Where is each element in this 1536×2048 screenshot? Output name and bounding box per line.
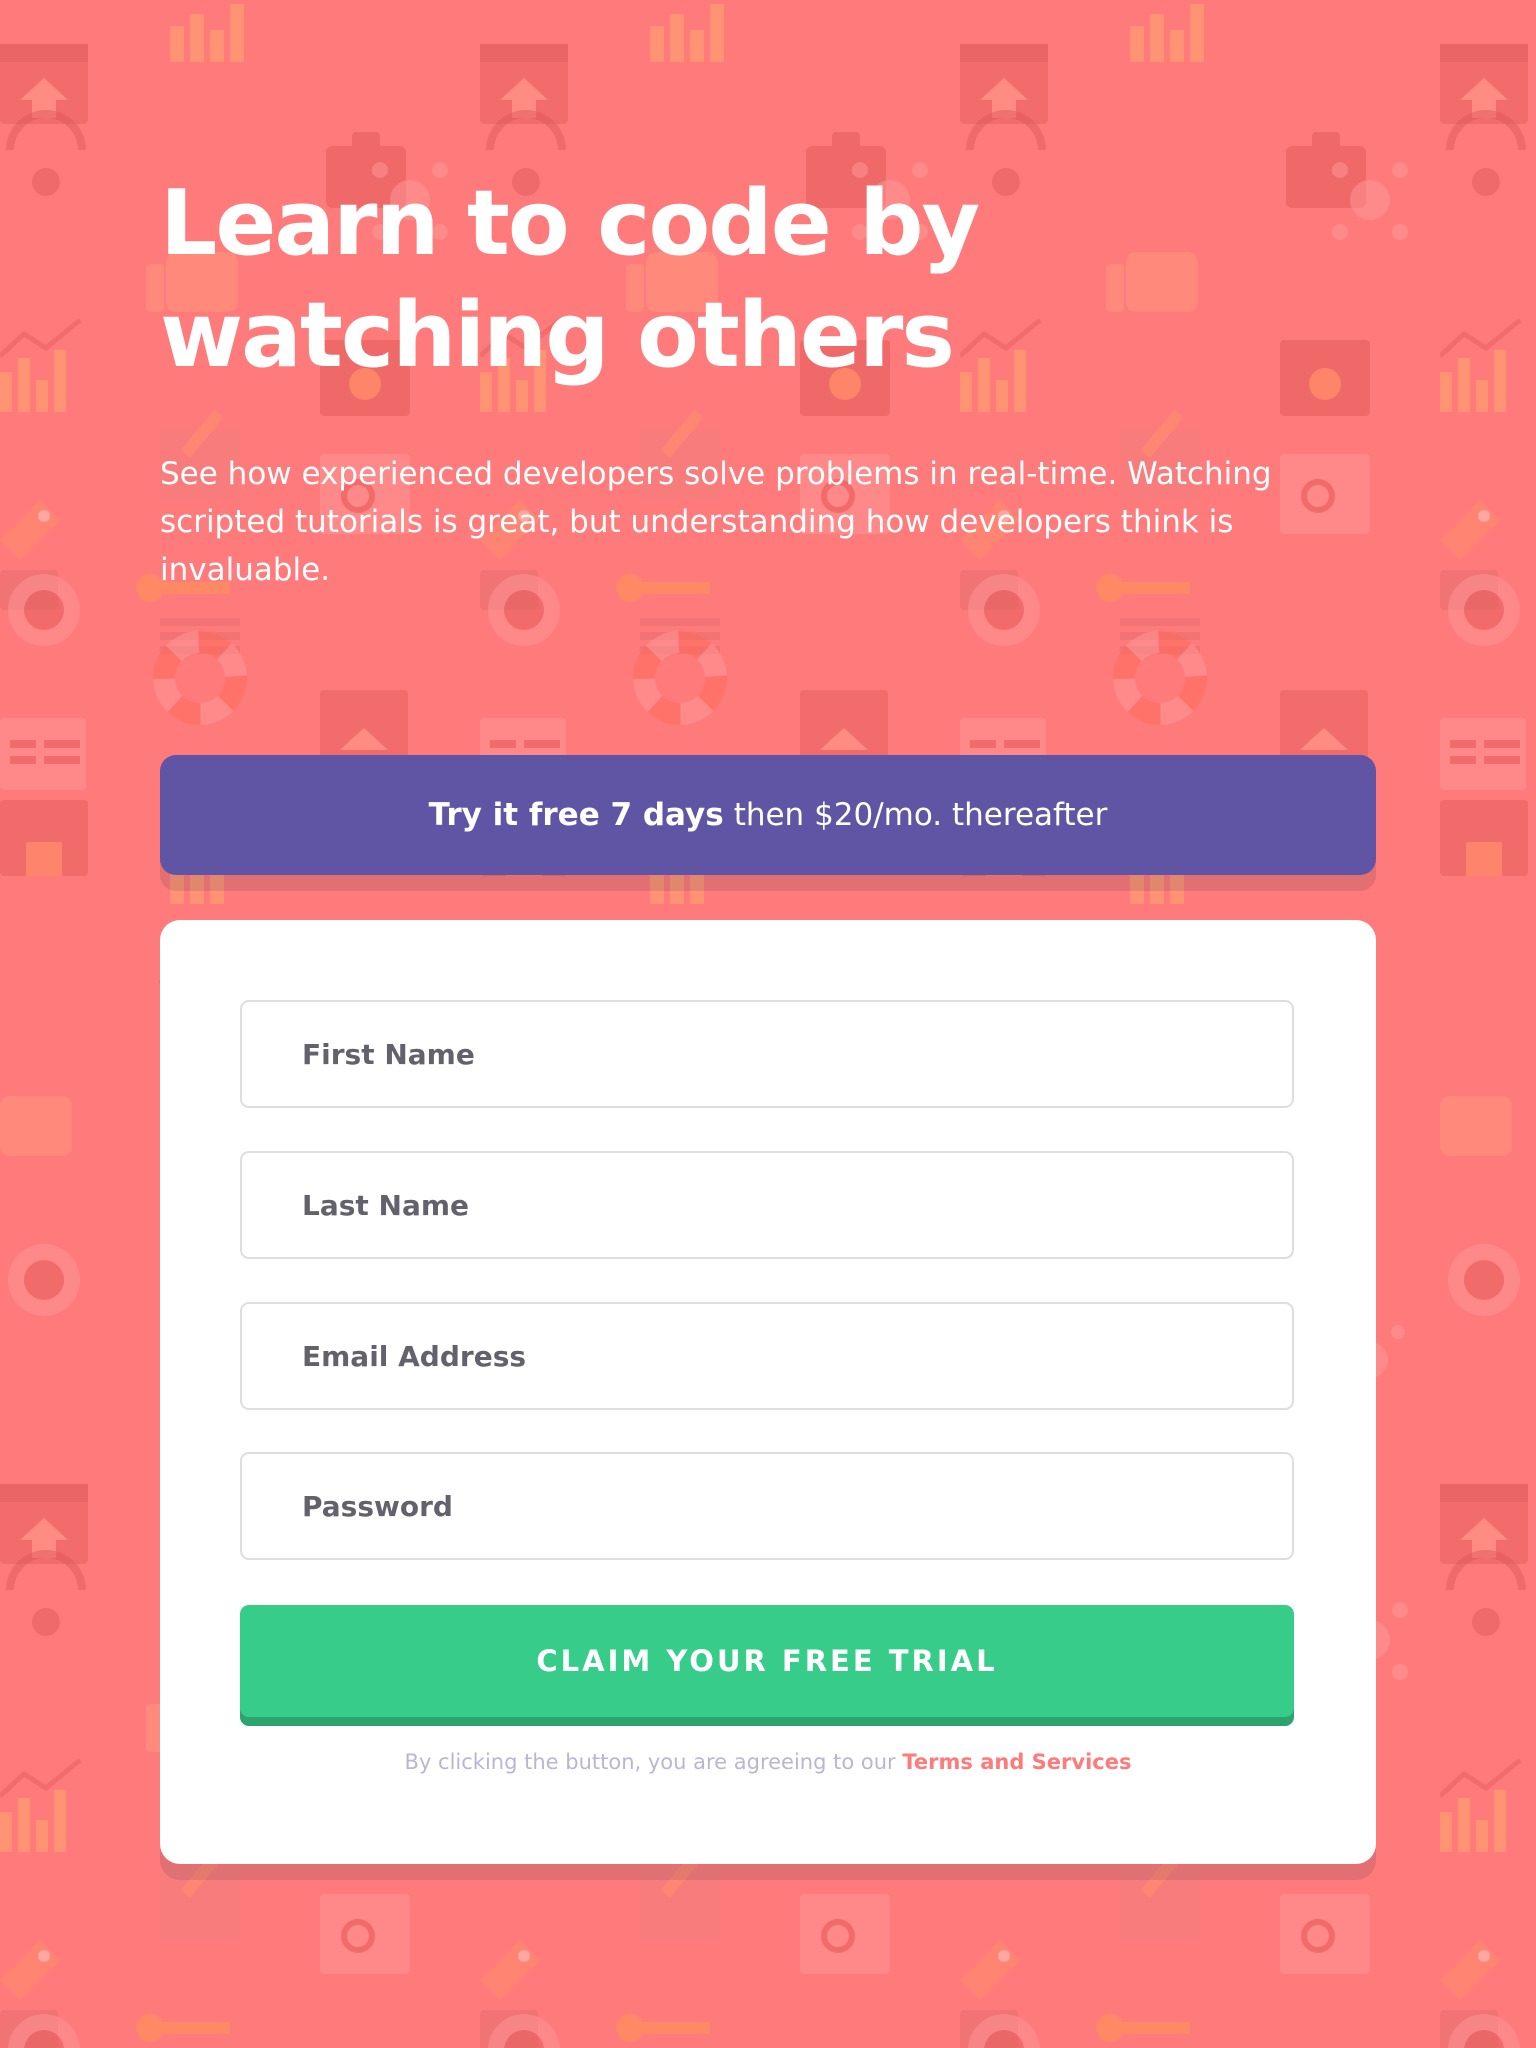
title-line-1: Learn to code by [160,171,980,276]
email-field[interactable] [240,1302,1294,1410]
title-line-2: watching others [160,283,955,388]
intro-text: See how experienced developers solve pro… [160,456,1272,588]
last-name-field[interactable] [240,1151,1294,1259]
promo-banner: Try it free 7 days then $20/mo. thereaft… [160,755,1376,875]
claim-trial-button[interactable]: CLAIM YOUR FREE TRIAL [240,1605,1294,1717]
terms-prefix: By clicking the button, you are agreeing… [404,1750,896,1774]
page-title: Learn to code by watching others [160,168,1060,392]
first-name-field[interactable] [240,1000,1294,1108]
promo-bold-text: Try it free 7 days [428,797,724,833]
terms-link[interactable]: Terms and Services [902,1750,1131,1774]
password-field[interactable] [240,1452,1294,1560]
promo-rest-text: then $20/mo. thereafter [733,797,1108,833]
signup-form: CLAIM YOUR FREE TRIAL By clicking the bu… [160,920,1376,1864]
terms-notice: By clicking the button, you are agreeing… [160,1750,1376,1774]
